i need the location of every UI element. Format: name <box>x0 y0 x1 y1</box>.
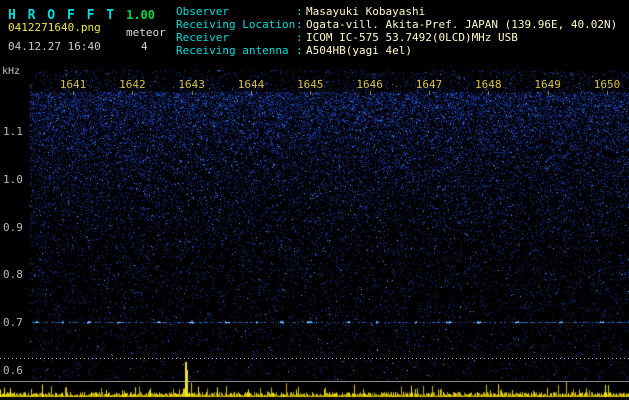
frequency-axis-unit: kHz <box>2 66 21 77</box>
info-value: Masayuki Kobayashi <box>306 5 426 18</box>
app-version: 1.00 <box>126 8 155 22</box>
spectrogram-noise-canvas <box>30 70 629 380</box>
info-colon: : <box>296 5 303 18</box>
info-value: Ogata-vill. Akita-Pref. JAPAN (139.96E, … <box>306 18 618 31</box>
meteor-label: meteor <box>126 26 166 39</box>
freq-tick-label: 1.1 <box>3 125 23 138</box>
info-label: Receiver <box>176 31 229 44</box>
freq-tick-label: 0.8 <box>3 268 23 281</box>
info-value: A504HB(yagi 4el) <box>306 44 412 57</box>
info-value: ICOM IC-575 53.7492(0LCD)MHz USB <box>306 31 518 44</box>
signal-level-canvas <box>0 360 629 400</box>
freq-tick-label: 0.9 <box>3 221 23 234</box>
info-label: Receiving Location <box>176 18 296 31</box>
info-label: Observer <box>176 5 229 18</box>
info-colon: : <box>296 44 303 57</box>
meteor-count: 4 <box>141 40 148 53</box>
spectrogram-bottom-dashed-line <box>0 358 629 359</box>
info-colon: : <box>296 31 303 44</box>
info-label: Receiving antenna <box>176 44 289 57</box>
hrofft-window: H R O F F T 1.00 0412271640.png 04.12.27 … <box>0 0 629 400</box>
freq-tick-label: 1.0 <box>3 173 23 186</box>
timestamp: 04.12.27 16:40 <box>8 40 101 53</box>
output-filename: 0412271640.png <box>8 21 101 34</box>
info-colon: : <box>296 18 303 31</box>
freq-tick-label: 0.7 <box>3 316 23 329</box>
